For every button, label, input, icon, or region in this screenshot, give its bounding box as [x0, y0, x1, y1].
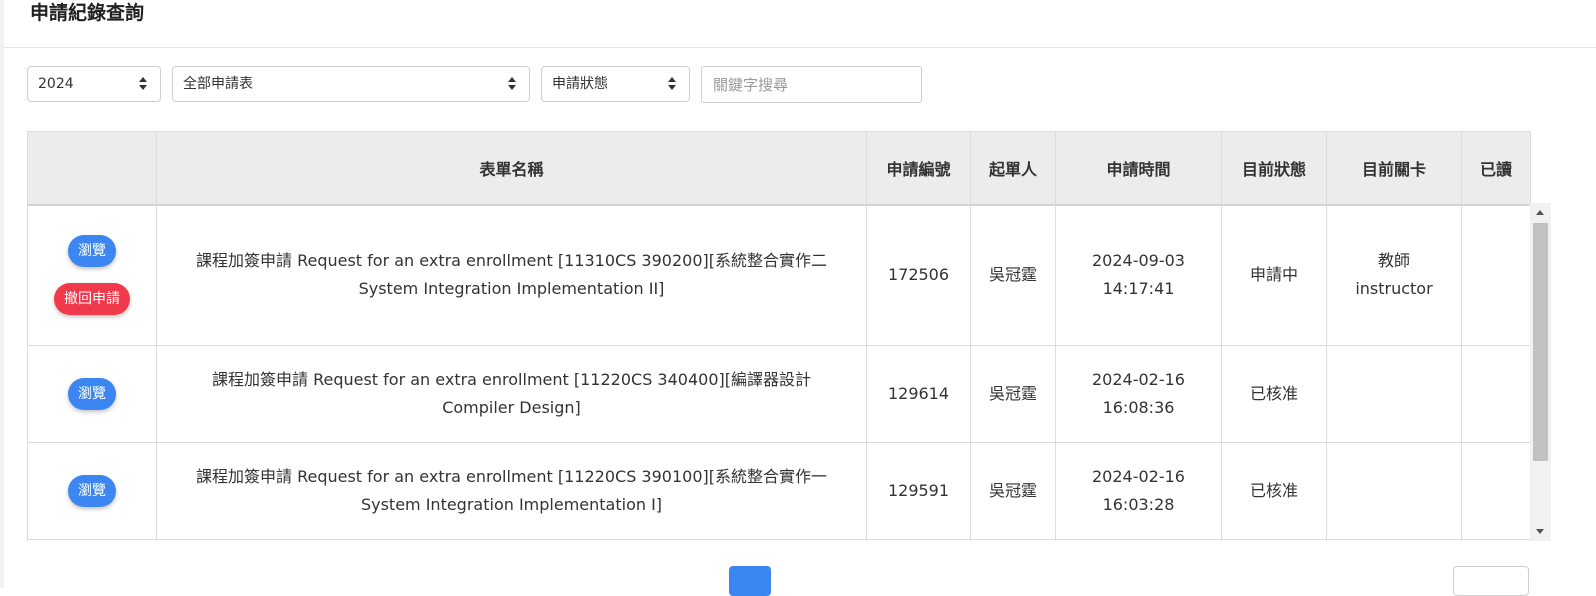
select-caret-icon: [667, 77, 677, 91]
application-time-cell: 2024-02-16 16:08:36: [1055, 344, 1222, 443]
view-button[interactable]: 瀏覽: [68, 474, 116, 507]
scroll-up-arrow-icon[interactable]: [1536, 210, 1544, 215]
stage-line: 教師: [1377, 251, 1410, 271]
application-id-cell: 129614: [866, 344, 971, 443]
application-id-cell: 172506: [866, 204, 971, 346]
header-application-id[interactable]: 申請編號: [866, 131, 971, 206]
view-button[interactable]: 瀏覽: [68, 377, 116, 410]
applicant-cell: 吳冠霆: [970, 441, 1056, 540]
form-name-line: System Integration Implementation II]: [358, 279, 665, 299]
table-row: 瀏覽 撤回申請 課程加簽申請 Request for an extra enro…: [27, 204, 1531, 346]
form-name-line: 課程加簽申請 Request for an extra enrollment […: [196, 466, 827, 486]
application-time-cell: 2024-02-16 16:03:28: [1055, 441, 1222, 540]
read-cell: [1461, 204, 1531, 346]
application-date: 2024-09-03: [1092, 251, 1185, 271]
stage-cell: 教師 instructor: [1326, 204, 1462, 346]
form-name-line: System Integration Implementation I]: [360, 494, 663, 514]
year-select-value: 2024: [38, 76, 74, 92]
title-bar: 申請紀錄查詢: [4, 0, 1596, 48]
form-name-cell: 課程加簽申請 Request for an extra enrollment […: [156, 344, 867, 443]
left-border: [0, 0, 4, 588]
scrollbar-thumb[interactable]: [1533, 223, 1548, 461]
row-actions: 瀏覽: [27, 344, 157, 443]
year-select[interactable]: 2024: [27, 66, 161, 102]
application-time: 16:03:28: [1102, 494, 1175, 514]
table-header-row: 表單名稱 申請編號 起單人 申請時間 目前狀態 目前關卡 已讀: [27, 131, 1531, 206]
keyword-search-input[interactable]: [701, 66, 922, 103]
table-row: 瀏覽 課程加簽申請 Request for an extra enrollmen…: [27, 344, 1531, 443]
records-table-container: 表單名稱 申請編號 起單人 申請時間 目前狀態 目前關卡 已讀 瀏覽 撤回申請 …: [27, 131, 1551, 541]
select-caret-icon: [507, 77, 517, 91]
applicant-cell: 吳冠霆: [970, 344, 1056, 443]
form-name-cell: 課程加簽申請 Request for an extra enrollment […: [156, 204, 867, 346]
application-time: 14:17:41: [1102, 279, 1175, 299]
scroll-down-arrow-icon[interactable]: [1536, 529, 1544, 534]
page-title: 申請紀錄查詢: [30, 2, 145, 24]
page-size-select[interactable]: [1453, 566, 1529, 596]
application-date: 2024-02-16: [1092, 369, 1185, 389]
status-cell: 申請中: [1221, 204, 1327, 346]
table-scrollbar[interactable]: [1530, 203, 1551, 541]
header-form-name[interactable]: 表單名稱: [156, 131, 867, 206]
status-select-value: 申請狀態: [552, 76, 608, 92]
form-type-select-value: 全部申請表: [183, 76, 253, 92]
stage-line: instructor: [1355, 279, 1433, 299]
application-time-cell: 2024-09-03 14:17:41: [1055, 204, 1222, 346]
form-name-line: 課程加簽申請 Request for an extra enrollment […: [196, 251, 827, 271]
stage-cell: [1326, 441, 1462, 540]
records-table: 表單名稱 申請編號 起單人 申請時間 目前狀態 目前關卡 已讀 瀏覽 撤回申請 …: [27, 131, 1531, 541]
form-name-line: Compiler Design]: [442, 397, 581, 417]
header-read[interactable]: 已讀: [1461, 131, 1531, 206]
form-type-select[interactable]: 全部申請表: [172, 66, 530, 102]
row-actions: 瀏覽 撤回申請: [27, 204, 157, 346]
header-applicant[interactable]: 起單人: [970, 131, 1056, 206]
header-current-status[interactable]: 目前狀態: [1221, 131, 1327, 206]
pagination-current-page-button[interactable]: [729, 566, 771, 596]
application-id-cell: 129591: [866, 441, 971, 540]
table-row: 瀏覽 課程加簽申請 Request for an extra enrollmen…: [27, 441, 1531, 540]
header-application-time[interactable]: 申請時間: [1055, 131, 1222, 206]
application-time: 16:08:36: [1102, 397, 1175, 417]
view-button[interactable]: 瀏覽: [68, 235, 116, 268]
row-actions: 瀏覽: [27, 441, 157, 540]
form-name-line: 課程加簽申請 Request for an extra enrollment […: [212, 369, 811, 389]
status-cell: 已核准: [1221, 344, 1327, 443]
read-cell: [1461, 441, 1531, 540]
table-row: [27, 538, 1531, 541]
stage-cell: [1326, 344, 1462, 443]
select-caret-icon: [138, 77, 148, 91]
application-date: 2024-02-16: [1092, 466, 1185, 486]
header-actions: [27, 131, 157, 206]
status-cell: 已核准: [1221, 441, 1327, 540]
read-cell: [1461, 344, 1531, 443]
form-name-cell: 課程加簽申請 Request for an extra enrollment […: [156, 441, 867, 540]
applicant-cell: 吳冠霆: [970, 204, 1056, 346]
status-select[interactable]: 申請狀態: [541, 66, 690, 102]
withdraw-button[interactable]: 撤回申請: [54, 283, 130, 316]
header-current-stage[interactable]: 目前關卡: [1326, 131, 1462, 206]
